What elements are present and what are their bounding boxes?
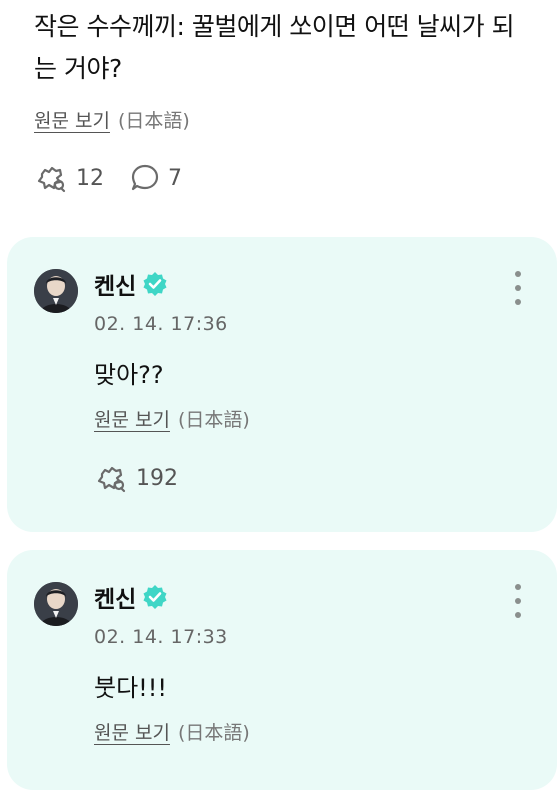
- author-name[interactable]: 켄신: [94, 580, 136, 614]
- avatar[interactable]: [34, 269, 78, 313]
- comment-stats: 192: [94, 463, 204, 493]
- comment-card: 켄신 02. 14. 17:36 맞아?? 원문 보기 (日本語) 192: [7, 237, 557, 532]
- view-original-link[interactable]: 원문 보기: [34, 106, 110, 133]
- author-row: 켄신: [94, 267, 168, 301]
- author-row: 켄신: [94, 580, 168, 614]
- reaction-button[interactable]: 192: [94, 463, 178, 493]
- reaction-count: 12: [76, 165, 104, 191]
- original-language: (日本語): [117, 110, 190, 132]
- comment-time: 02. 14. 17:36: [94, 313, 228, 335]
- post: 작은 수수께끼: 꿀벌에게 쏘이면 어떤 날씨가 되는 거야? 원문 보기 (日…: [34, 6, 534, 193]
- reaction-icon: [94, 463, 128, 493]
- reaction-button[interactable]: 12: [34, 163, 104, 193]
- reaction-count: 192: [136, 465, 178, 491]
- reaction-icon: [34, 163, 68, 193]
- post-translate-row: 원문 보기 (日本語): [34, 106, 534, 133]
- post-title: 작은 수수께끼: 꿀벌에게 쏘이면 어떤 날씨가 되는 거야?: [34, 12, 515, 83]
- comment-text: 맞아??: [94, 361, 164, 389]
- verified-icon: [142, 271, 168, 297]
- view-original-link[interactable]: 원문 보기: [94, 405, 170, 432]
- comment-text: 붓다!!!: [94, 674, 168, 702]
- more-icon[interactable]: [513, 584, 523, 618]
- comment-icon: [130, 163, 160, 193]
- comment-button[interactable]: 7: [130, 163, 182, 193]
- original-language: (日本語): [177, 409, 250, 431]
- view-original-link[interactable]: 원문 보기: [94, 718, 170, 745]
- comment-card: 켄신 02. 14. 17:33 붓다!!! 원문 보기 (日本語): [7, 550, 557, 790]
- avatar[interactable]: [34, 582, 78, 626]
- post-stats: 12 7: [34, 163, 534, 193]
- comment-time: 02. 14. 17:33: [94, 626, 228, 648]
- comment-translate-row: 원문 보기 (日本語): [94, 405, 250, 432]
- verified-icon: [142, 584, 168, 610]
- original-language: (日本語): [177, 722, 250, 744]
- comment-translate-row: 원문 보기 (日本語): [94, 718, 250, 745]
- comment-count: 7: [168, 165, 182, 191]
- author-name[interactable]: 켄신: [94, 267, 136, 301]
- more-icon[interactable]: [513, 271, 523, 305]
